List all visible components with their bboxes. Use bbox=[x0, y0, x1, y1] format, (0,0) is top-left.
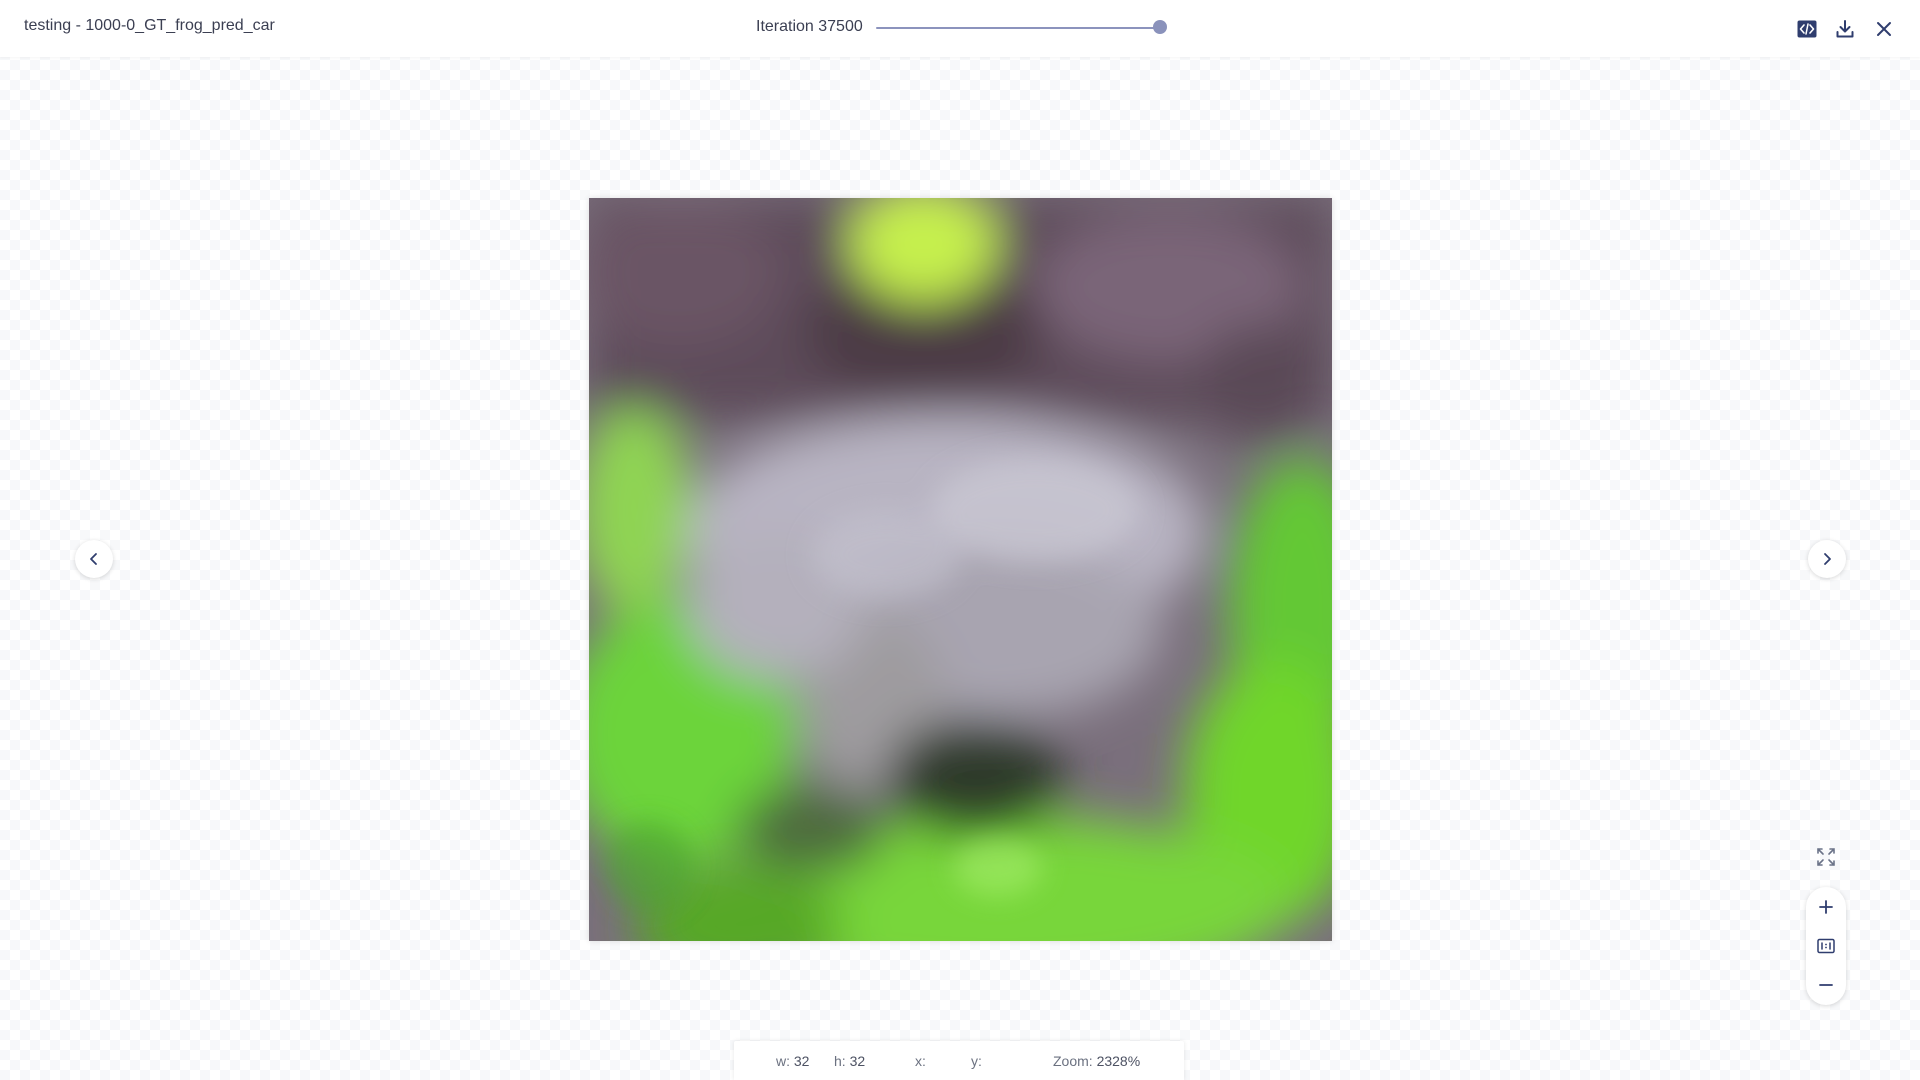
header-bar: testing - 1000-0_GT_frog_pred_car Iterat… bbox=[0, 0, 1920, 57]
actual-size-icon bbox=[1817, 938, 1835, 954]
chevron-left-icon bbox=[90, 553, 97, 565]
zoom-in-icon bbox=[1819, 900, 1833, 914]
slider-thumb[interactable] bbox=[1153, 20, 1167, 34]
previous-image-button[interactable] bbox=[75, 540, 113, 578]
zoom-readout: Zoom: 2328% bbox=[1053, 1053, 1141, 1069]
zoom-in-button[interactable] bbox=[1806, 889, 1846, 925]
image-info-bar: w: 32 h: 32 x: y: Zoom: 2328% bbox=[734, 1041, 1184, 1080]
zoom-out-icon bbox=[1819, 984, 1833, 986]
x-readout: x: bbox=[915, 1053, 926, 1069]
zoom-out-button[interactable] bbox=[1806, 967, 1846, 1003]
page-title: testing - 1000-0_GT_frog_pred_car bbox=[24, 17, 275, 34]
zoom-controls bbox=[1806, 887, 1846, 1005]
close-icon[interactable] bbox=[1872, 17, 1896, 41]
code-embed-icon[interactable] bbox=[1795, 17, 1819, 41]
fit-screen-button[interactable] bbox=[1808, 839, 1844, 875]
iteration-label: Iteration 37500 bbox=[756, 18, 863, 35]
download-icon[interactable] bbox=[1833, 17, 1857, 41]
iteration-slider[interactable] bbox=[876, 20, 1167, 36]
preview-image[interactable] bbox=[589, 198, 1332, 941]
y-readout: y: bbox=[971, 1053, 982, 1069]
actual-size-button[interactable] bbox=[1806, 928, 1846, 964]
slider-track[interactable] bbox=[876, 27, 1162, 29]
fit-screen-icon bbox=[1817, 848, 1835, 866]
height-readout: h: 32 bbox=[834, 1053, 866, 1069]
chevron-right-icon bbox=[1824, 553, 1831, 565]
next-image-button[interactable] bbox=[1808, 540, 1846, 578]
width-readout: w: 32 bbox=[776, 1053, 810, 1069]
